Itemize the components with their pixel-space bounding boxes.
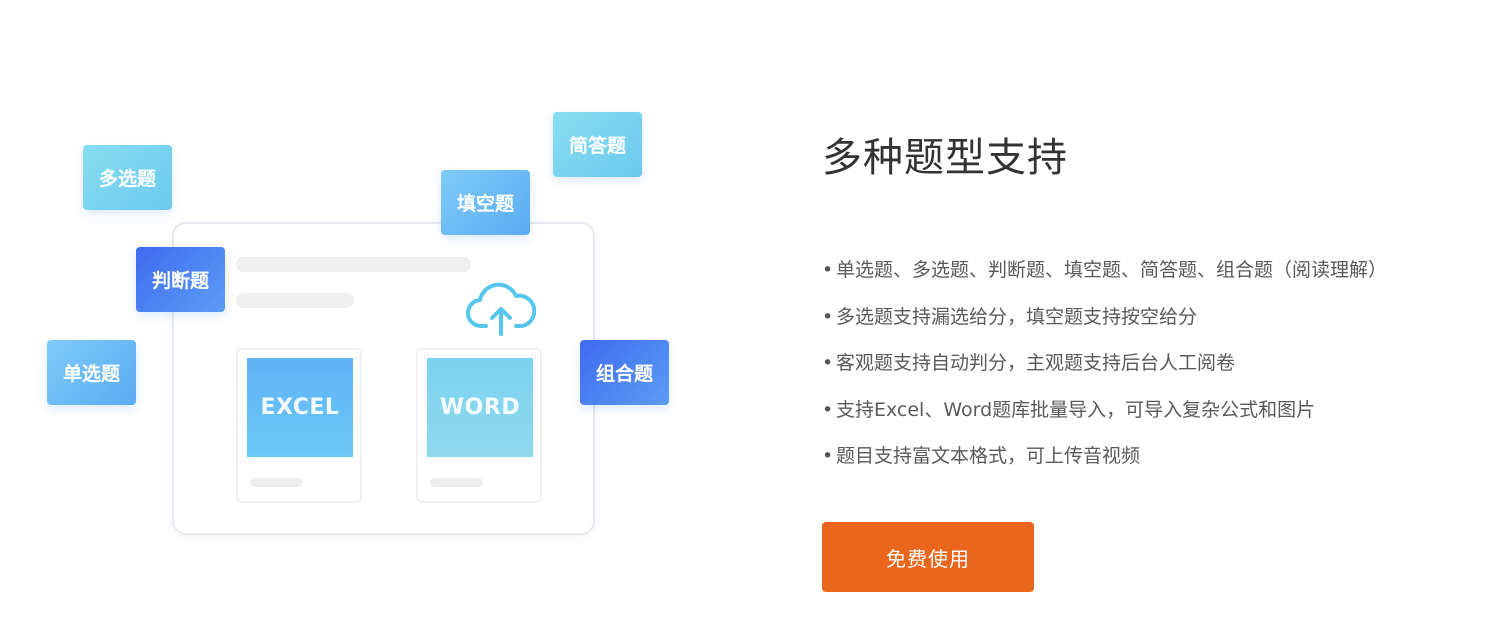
- feature-content: 多种题型支持 • 单选题、多选题、判断题、填空题、简答题、组合题（阅读理解） • 多…: [822, 0, 1462, 642]
- bullet: •: [822, 398, 834, 421]
- feature-item: • 支持Excel、Word题库批量导入，可导入复杂公式和图片: [822, 390, 1387, 437]
- tag-single-choice: 单选题: [47, 340, 136, 405]
- word-file-label: WORD: [427, 358, 533, 457]
- excel-file-card: EXCEL: [236, 348, 362, 503]
- card-footer-line: [250, 478, 303, 487]
- placeholder-line: [236, 257, 471, 272]
- feature-item: • 题目支持富文本格式，可上传音视频: [822, 436, 1387, 483]
- feature-item: • 多选题支持漏选给分，填空题支持按空给分: [822, 297, 1387, 344]
- bullet: •: [822, 259, 834, 281]
- feature-item: • 单选题、多选题、判断题、填空题、简答题、组合题（阅读理解）: [822, 250, 1387, 297]
- card-footer-line: [430, 478, 483, 487]
- tag-short-answer: 简答题: [553, 112, 642, 177]
- document-frame: EXCEL WORD: [172, 222, 595, 535]
- tag-fill-blank: 填空题: [441, 170, 530, 235]
- bullet: •: [822, 445, 834, 467]
- feature-text: 支持Excel、Word题库批量导入，可导入复杂公式和图片: [836, 398, 1316, 421]
- tag-combination: 组合题: [580, 340, 669, 405]
- feature-list: • 单选题、多选题、判断题、填空题、简答题、组合题（阅读理解） • 多选题支持漏选给…: [822, 250, 1387, 483]
- excel-file-label: EXCEL: [247, 358, 353, 457]
- feature-text: 客观题支持自动判分，主观题支持后台人工阅卷: [836, 352, 1236, 374]
- feature-illustration: EXCEL WORD 多选题 判断题 单选题 填空题 简答题 组合题: [0, 0, 720, 642]
- placeholder-line: [236, 293, 354, 308]
- tag-true-false: 判断题: [136, 247, 225, 312]
- feature-text: 题目支持富文本格式，可上传音视频: [836, 445, 1141, 467]
- feature-text: 单选题、多选题、判断题、填空题、简答题、组合题（阅读理解）: [836, 259, 1388, 281]
- feature-item: • 客观题支持自动判分，主观题支持后台人工阅卷: [822, 343, 1387, 390]
- bullet: •: [822, 352, 834, 374]
- free-trial-button[interactable]: 免费使用: [822, 522, 1034, 592]
- bullet: •: [822, 305, 834, 328]
- word-file-card: WORD: [416, 348, 542, 503]
- section-title: 多种题型支持: [822, 135, 1068, 181]
- cloud-upload-icon: [466, 282, 536, 336]
- tag-multi-choice: 多选题: [83, 145, 172, 210]
- feature-text: 多选题支持漏选给分，填空题支持按空给分: [836, 305, 1198, 328]
